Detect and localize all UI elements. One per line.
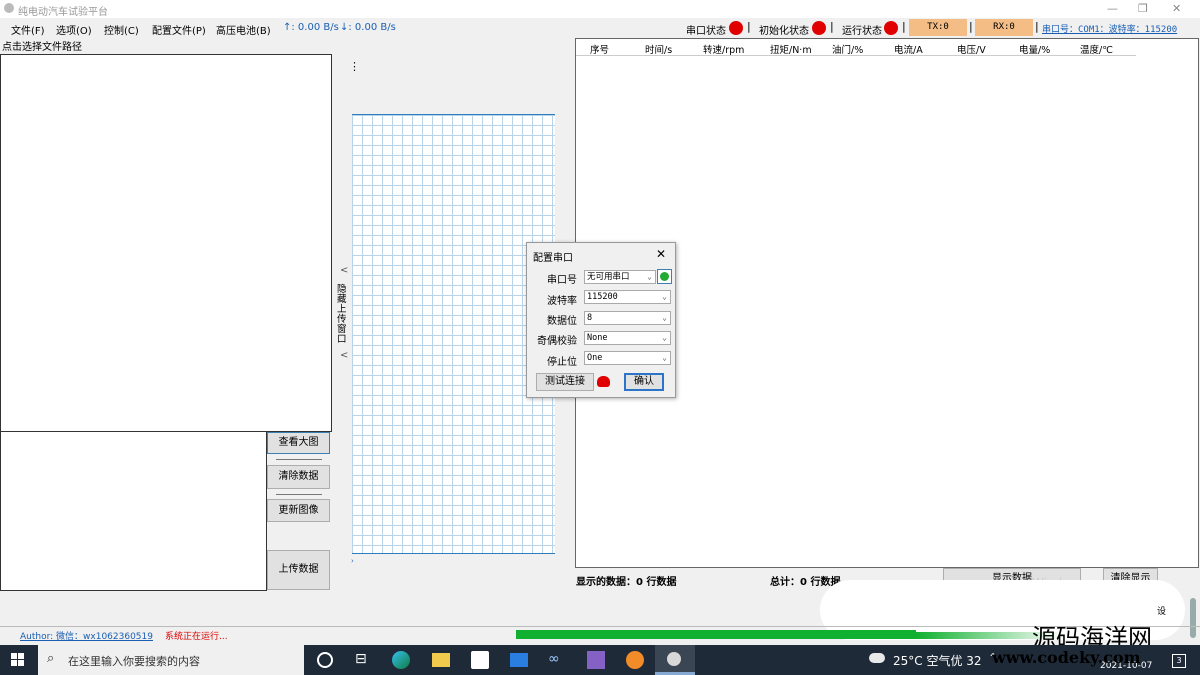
app-icon (4, 3, 14, 13)
stopbits-select[interactable]: One ⌄ (584, 351, 671, 365)
col-current[interactable]: 电流/A (894, 42, 923, 56)
cloud-icon (869, 653, 885, 663)
stopbits-value: One (587, 353, 603, 363)
data-log-area (0, 431, 267, 591)
store-icon[interactable] (471, 651, 489, 669)
serial-status-label: 串口状态 (686, 26, 726, 37)
menu-control[interactable]: 控制(C) (104, 22, 139, 37)
active-app-icon (667, 652, 681, 666)
extra-label: 设 (1157, 607, 1167, 617)
maximize-button[interactable]: ❐ (1138, 2, 1148, 15)
parity-value: None (587, 333, 608, 343)
databits-label: 数据位 (547, 316, 577, 327)
shown-rows-text: 显示的数据：0 行数据 (576, 577, 677, 588)
col-charge[interactable]: 电量/% (1019, 42, 1050, 56)
weather-text[interactable]: 25°C 空气优 32 (893, 652, 982, 669)
chevron-down-icon: ⌄ (662, 333, 667, 342)
port-value: 无可用串口 (587, 272, 630, 282)
col-torque[interactable]: 扭矩/N·m (770, 42, 812, 56)
progress-bar (516, 630, 916, 639)
col-voltage[interactable]: 电压/V (957, 42, 986, 56)
chevron-left-icon[interactable]: < (340, 265, 348, 276)
file-path-label[interactable]: 点击选择文件路径 (2, 38, 82, 53)
update-image-button[interactable]: 更新图像 (267, 499, 330, 522)
cortana-icon[interactable] (317, 652, 333, 668)
menu-file[interactable]: 文件(F) (11, 22, 45, 37)
col-temperature[interactable]: 温度/℃ (1080, 42, 1113, 56)
windows-start-icon[interactable] (11, 653, 25, 667)
notification-icon[interactable]: 3 (1172, 654, 1186, 668)
parity-select[interactable]: None ⌄ (584, 331, 671, 345)
chevron-down-icon: ⌄ (662, 292, 667, 301)
rx-counter: RX:0 (975, 19, 1033, 36)
upload-speed: ↑: 0.00 B/s (283, 22, 339, 33)
confirm-button[interactable]: 确认 (624, 373, 664, 391)
baud-value: 115200 (587, 292, 618, 302)
col-time[interactable]: 时间/s (645, 42, 672, 56)
init-status-label: 初始化状态 (759, 26, 809, 37)
port-info: 串口号：COM1：波特率：115200 (1042, 25, 1178, 35)
col-rpm[interactable]: 转速/rpm (703, 42, 744, 56)
menu-hv-battery[interactable]: 高压电池(B) (216, 22, 271, 37)
databits-value: 8 (587, 313, 593, 323)
download-speed: ↓: 0.00 B/s (340, 22, 396, 33)
baud-label: 波特率 (547, 296, 577, 307)
title-bar: 纯电动汽车试验平台 — ❐ ✕ (0, 0, 1200, 18)
running-status-text: 系统正在运行... (165, 632, 228, 642)
run-status-label: 运行状态 (842, 26, 882, 37)
serial-status-indicator (729, 21, 743, 35)
mail-icon[interactable] (510, 653, 528, 667)
refresh-icon (660, 272, 669, 281)
run-status-indicator (884, 21, 898, 35)
search-icon: ⌕ (47, 651, 55, 666)
file-preview-area (0, 54, 332, 432)
search-placeholder: 在这里输入你要搜索的内容 (68, 655, 200, 668)
col-index[interactable]: 序号 (590, 42, 609, 56)
active-app-tab[interactable] (655, 645, 695, 675)
view-big-button[interactable]: 查看大图 (267, 432, 330, 454)
edge-icon[interactable] (392, 651, 410, 669)
author-link[interactable]: Author: 微信：wx1062360519 (20, 629, 153, 642)
close-button[interactable]: ✕ (1172, 2, 1181, 15)
site-watermark-url: www.codeky.com (992, 648, 1141, 667)
chevron-left-icon[interactable]: < (340, 350, 348, 361)
scrollbar-thumb[interactable] (1190, 598, 1196, 638)
dialog-title: 配置串口 (533, 253, 573, 264)
chevron-down-icon: ⌄ (662, 353, 667, 362)
parity-label: 奇偶校验 (537, 336, 577, 347)
clear-data-button[interactable]: 清除数据 (267, 465, 330, 489)
baud-select[interactable]: 115200 ⌄ (584, 290, 671, 304)
port-label: 串口号 (547, 275, 577, 286)
stopbits-label: 停止位 (547, 357, 577, 368)
chevron-down-icon: ⌄ (662, 313, 667, 322)
menu-config[interactable]: 配置文件(P) (152, 22, 206, 37)
chart-top-marker: ⋮ (349, 60, 360, 73)
task-view-icon[interactable]: ⊟ (355, 651, 373, 669)
connection-status-indicator (597, 376, 610, 387)
visual-studio-icon[interactable] (587, 651, 605, 669)
close-icon[interactable]: ✕ (656, 247, 666, 261)
port-select[interactable]: 无可用串口 ⌄ (584, 270, 656, 284)
refresh-button[interactable] (657, 269, 672, 284)
infinity-icon[interactable]: ∞ (548, 651, 566, 669)
window-title: 纯电动汽车试验平台 (18, 7, 108, 18)
minimize-button[interactable]: — (1107, 2, 1118, 15)
app-orange-icon[interactable] (626, 651, 644, 669)
menu-bar: 文件(F) 选项(O) 控制(C) 配置文件(P) 高压电池(B) ↑: 0.0… (0, 18, 1200, 38)
collapse-upload-label[interactable]: 隐藏上传窗口 (337, 285, 349, 345)
chevron-down-icon: ⌄ (647, 272, 652, 281)
upload-data-button[interactable]: 上传数据 (267, 550, 330, 590)
init-status-indicator (812, 21, 826, 35)
taskbar-search-box[interactable]: ⌕ 在这里输入你要搜索的内容 (38, 645, 304, 675)
serial-config-dialog: 配置串口 ✕ 串口号 无可用串口 ⌄ 波特率 115200 ⌄ 数据位 8 ⌄ 奇偶校… (526, 242, 676, 398)
col-throttle[interactable]: 油门/% (832, 42, 863, 56)
databits-select[interactable]: 8 ⌄ (584, 311, 671, 325)
test-connection-button[interactable]: 测试连接 (536, 373, 594, 391)
total-rows-text: 总计：0 行数据 (770, 577, 841, 588)
data-chart-grid (352, 114, 555, 554)
menu-options[interactable]: 选项(O) (56, 22, 92, 37)
file-explorer-icon[interactable] (432, 653, 450, 667)
tx-counter: TX:0 (909, 19, 967, 36)
